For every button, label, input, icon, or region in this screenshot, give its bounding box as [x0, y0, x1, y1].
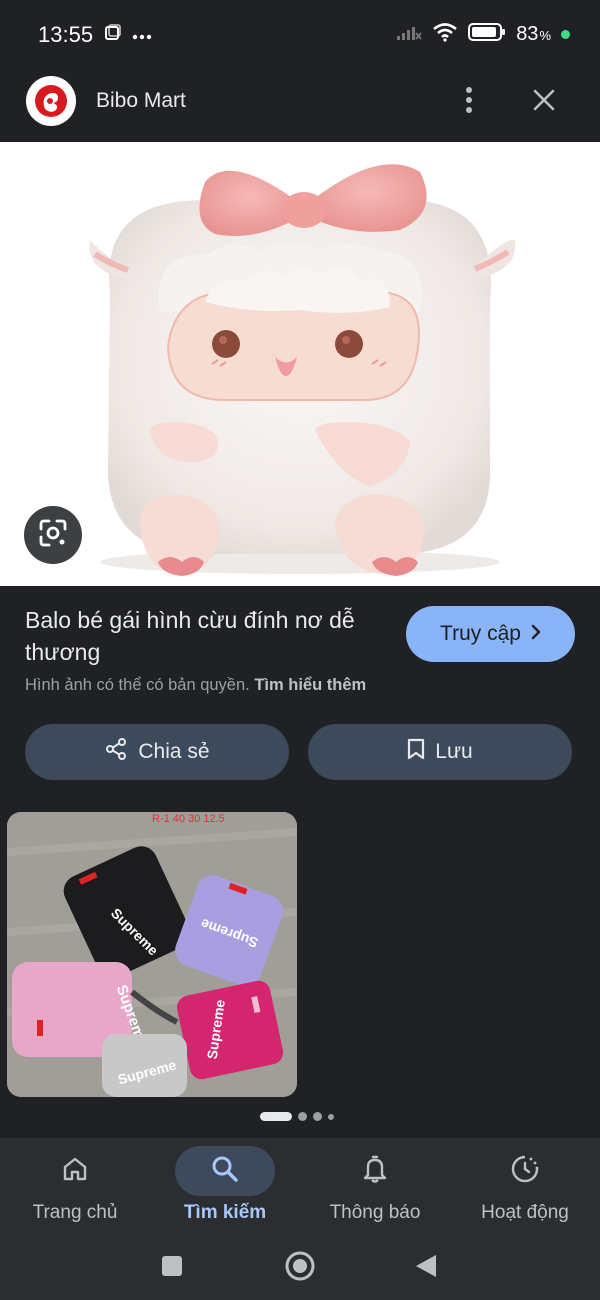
supreme-backpacks-photo: R-1 40 30 12.5 Supreme Supreme Supreme S… [7, 812, 297, 1097]
plush-sheep-backpack-illustration [0, 142, 600, 586]
nav-item-search[interactable]: Tìm kiếm [150, 1138, 300, 1236]
battery-level: 83 [516, 23, 539, 45]
home-circle-icon [284, 1250, 316, 1287]
status-bar: 13:55 83 % [0, 0, 600, 72]
search-icon [211, 1155, 239, 1188]
nav-label-notifications: Thông báo [329, 1202, 421, 1223]
share-button[interactable]: Chia sẻ [25, 724, 289, 780]
activity-icon [510, 1154, 540, 1189]
pager-dot[interactable] [328, 1113, 334, 1120]
privacy-indicator-dot [561, 30, 570, 39]
home-icon [61, 1155, 89, 1188]
system-navigation-bar [0, 1236, 600, 1300]
nav-label-home: Trang chủ [32, 1202, 118, 1223]
home-system-button[interactable] [278, 1246, 322, 1290]
recents-icon [161, 1255, 183, 1282]
bookmark-icon [407, 738, 425, 766]
share-icon [104, 737, 128, 767]
result-title: Balo bé gái hình cừu đính nơ dễ thương [25, 607, 355, 665]
status-time: 13:55 [38, 22, 94, 47]
save-label: Lưu [435, 740, 473, 763]
dimension-label: R-1 40 30 12.5 [152, 813, 225, 825]
google-lens-icon [38, 518, 68, 553]
nav-item-home[interactable]: Trang chủ [0, 1138, 150, 1236]
nav-label-activity: Hoạt động [481, 1202, 569, 1223]
recents-button[interactable] [150, 1246, 194, 1290]
visit-button[interactable]: Truy cập [406, 606, 575, 662]
close-icon [532, 88, 556, 117]
copyright-text: Hình ảnh có thể có bản quyền. [25, 676, 250, 694]
battery-icon [468, 22, 506, 47]
close-button[interactable] [524, 82, 564, 122]
product-image[interactable] [0, 142, 600, 586]
bottom-navigation: Trang chủ Tìm kiếm Thông báo Hoạt động [0, 1138, 600, 1236]
google-lens-button[interactable] [24, 506, 82, 564]
visit-label: Truy cập [440, 622, 521, 645]
more-options-button[interactable] [452, 82, 486, 122]
pager-dot[interactable] [313, 1112, 322, 1121]
wifi-icon [432, 22, 458, 47]
screenshot-icon [104, 24, 122, 47]
signal-icon [396, 23, 422, 46]
pager-dot[interactable] [298, 1112, 307, 1121]
page-header: Bibo Mart [0, 72, 600, 142]
bell-icon [361, 1154, 389, 1189]
back-triangle-icon [414, 1253, 438, 1284]
nav-item-notifications[interactable]: Thông báo [300, 1138, 450, 1236]
learn-more-link[interactable]: Tìm hiểu thêm [254, 676, 366, 694]
share-label: Chia sẻ [138, 740, 210, 763]
site-name[interactable]: Bibo Mart [96, 89, 186, 113]
carousel-pager [260, 1112, 334, 1121]
related-image[interactable]: R-1 40 30 12.5 Supreme Supreme Supreme S… [7, 812, 297, 1097]
copyright-notice: Hình ảnh có thể có bản quyền. Tìm hiểu t… [25, 676, 366, 695]
chevron-right-icon [531, 622, 541, 646]
more-vert-icon [465, 86, 473, 119]
nav-item-activity[interactable]: Hoạt động [450, 1138, 600, 1236]
save-button[interactable]: Lưu [308, 724, 572, 780]
bibo-mart-logo[interactable] [26, 76, 76, 126]
pager-dot-active[interactable] [260, 1112, 292, 1121]
nav-label-search: Tìm kiếm [183, 1202, 267, 1223]
battery-unit: % [539, 28, 551, 43]
more-dots-icon [132, 27, 152, 45]
back-button[interactable] [404, 1246, 448, 1290]
